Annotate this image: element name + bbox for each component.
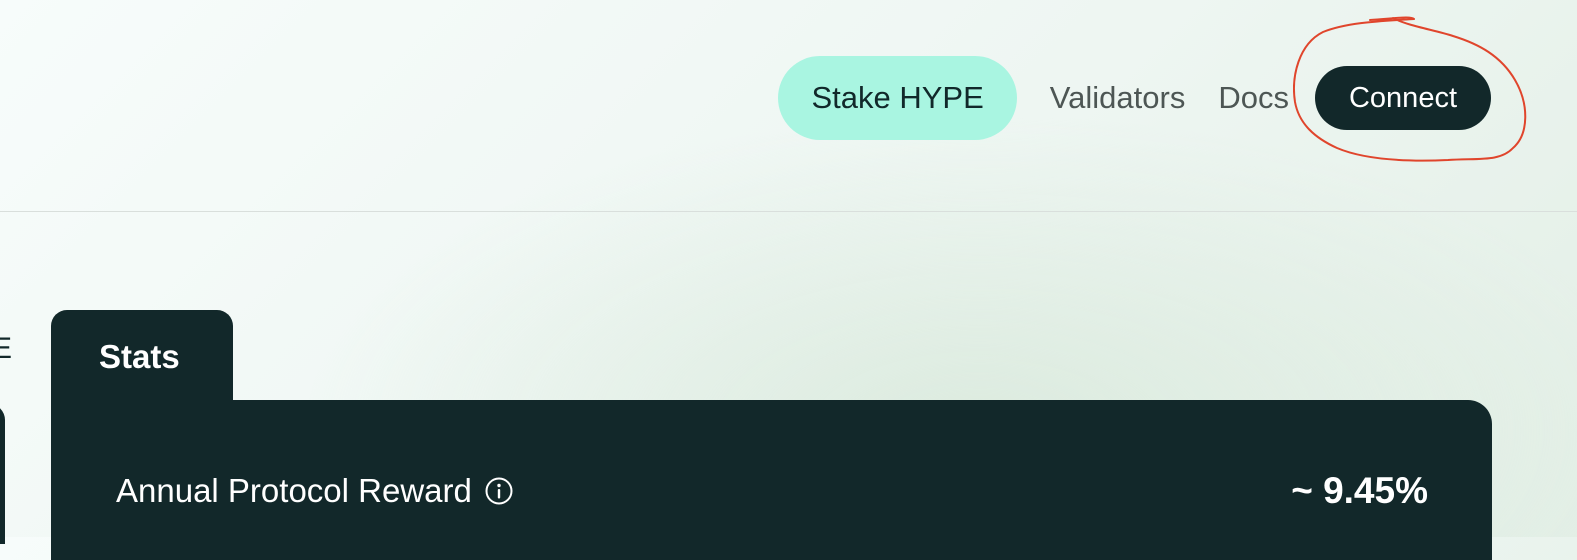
info-icon[interactable] xyxy=(484,476,514,506)
connect-area: Connect xyxy=(1293,16,1527,162)
cutoff-edge-text: E xyxy=(0,332,13,365)
main-nav: Stake HYPE Validators Docs Connect xyxy=(778,16,1527,162)
connect-button[interactable]: Connect xyxy=(1314,66,1491,130)
stats-panel: Annual Protocol Reward ~ 9.45% xyxy=(51,400,1492,560)
nav-stake-hype[interactable]: Stake HYPE xyxy=(778,56,1017,140)
connect-button-label: Connect xyxy=(1348,81,1457,114)
top-navigation-bar: Stake HYPE Validators Docs Connect xyxy=(0,0,1577,212)
stat-value: ~ 9.45% xyxy=(1291,470,1428,511)
tab-stats-label: Stats xyxy=(99,338,180,375)
stat-label: Annual Protocol Reward xyxy=(116,472,472,509)
cutoff-edge-card xyxy=(0,404,5,544)
nav-validators[interactable]: Validators xyxy=(1050,80,1186,116)
nav-stake-hype-label: Stake HYPE xyxy=(811,80,984,115)
stat-row-annual-protocol-reward: Annual Protocol Reward ~ 9.45% xyxy=(116,470,1428,512)
tab-stats[interactable]: Stats xyxy=(51,310,233,410)
stat-label-group: Annual Protocol Reward xyxy=(116,472,514,510)
nav-docs[interactable]: Docs xyxy=(1218,80,1289,116)
